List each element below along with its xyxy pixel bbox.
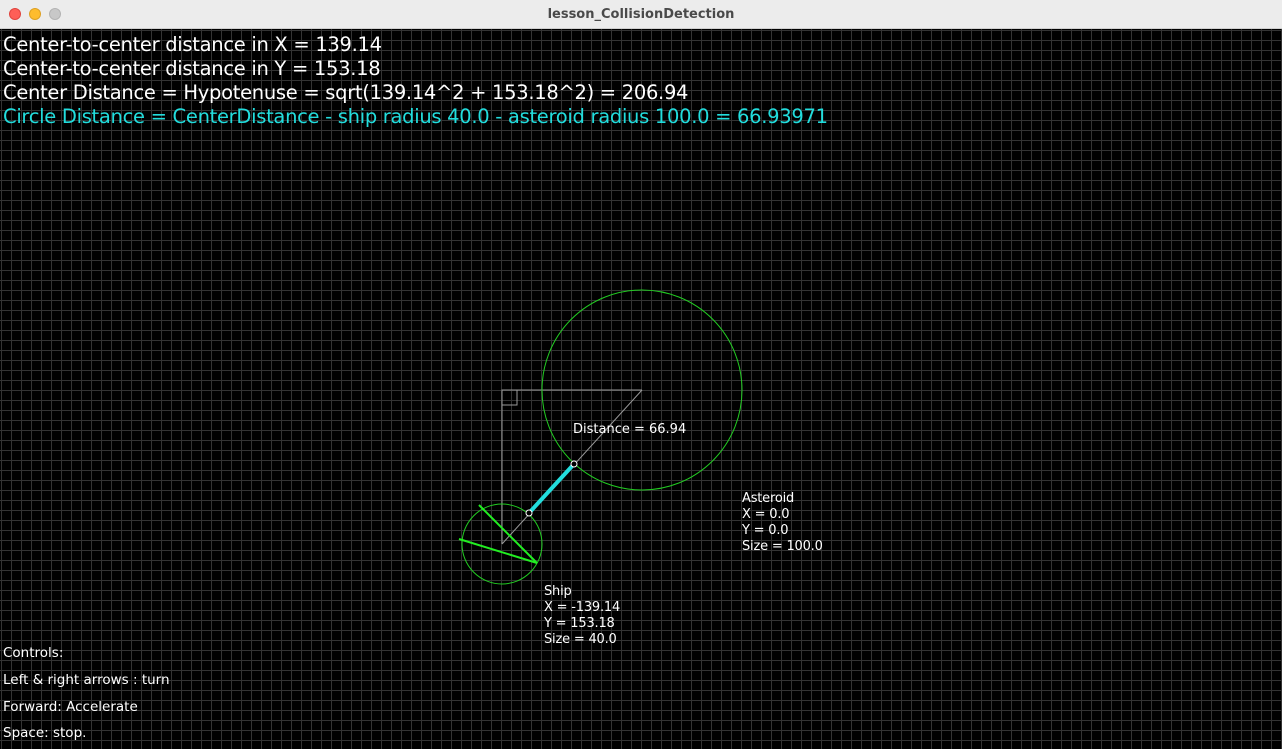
gap-distance-line xyxy=(527,462,576,515)
ship-y: Y = 153.18 xyxy=(544,616,615,631)
collision-scene: Distance = 66.94 xyxy=(458,289,743,585)
asteroid-title: Asteroid xyxy=(742,491,795,506)
controls-forward: Forward: Accelerate xyxy=(3,699,138,715)
right-angle-marker xyxy=(501,389,518,406)
controls-space: Space: stop. xyxy=(3,725,87,741)
asteroid-x: X = 0.0 xyxy=(742,507,790,522)
ship-x: X = -139.14 xyxy=(544,600,621,615)
ship-info: Ship X = -139.14 Y = 153.18 Size = 40.0 xyxy=(544,584,620,648)
gap-endpoint-ship xyxy=(525,509,533,517)
distance-label: Distance = 66.94 xyxy=(573,422,686,437)
gap-endpoint-asteroid xyxy=(570,460,578,468)
window-titlebar: lesson_CollisionDetection xyxy=(0,0,1282,29)
asteroid-size: Size = 100.0 xyxy=(742,539,823,554)
distance-y-text: Center-to-center distance in Y = 153.18 xyxy=(3,57,381,80)
simulation-canvas[interactable]: Distance = 66.94 Center-to-center distan… xyxy=(0,29,1282,749)
circle-distance-text: Circle Distance = CenterDistance - ship … xyxy=(3,105,828,128)
controls-heading: Controls: xyxy=(3,645,64,661)
window-title: lesson_CollisionDetection xyxy=(547,7,735,22)
controls-turn: Left & right arrows : turn xyxy=(3,672,170,688)
asteroid-info: Asteroid X = 0.0 Y = 0.0 Size = 100.0 xyxy=(742,491,823,555)
asteroid-y: Y = 0.0 xyxy=(742,523,789,538)
ship-title: Ship xyxy=(544,584,572,599)
distance-x-text: Center-to-center distance in X = 139.14 xyxy=(3,33,382,56)
ship-size: Size = 40.0 xyxy=(544,632,617,647)
hypotenuse-text: Center Distance = Hypotenuse = sqrt(139.… xyxy=(3,81,689,104)
